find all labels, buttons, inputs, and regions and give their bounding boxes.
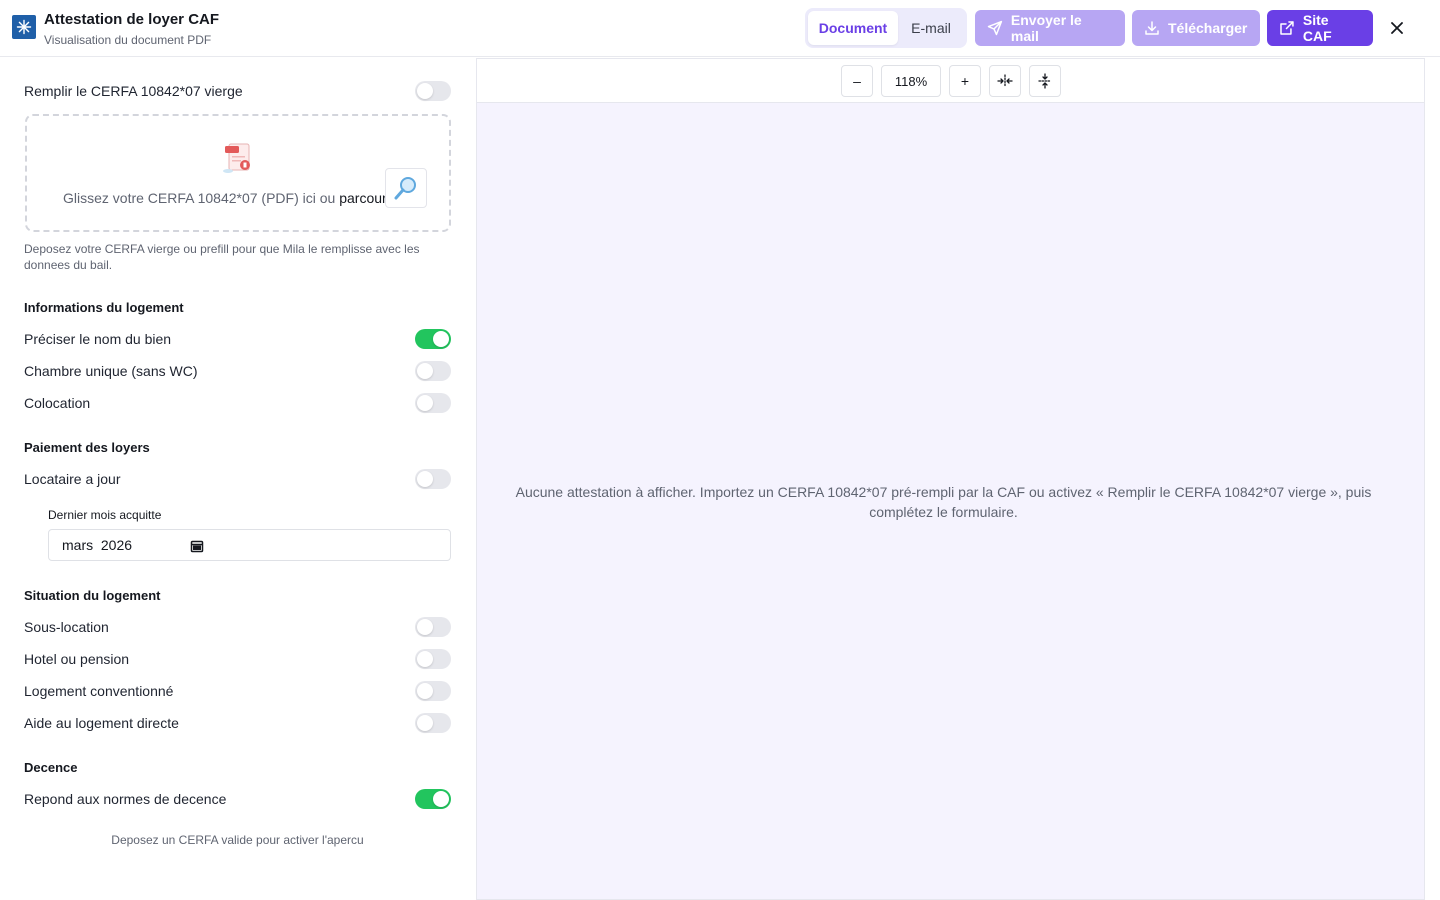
normes-decence-label: Repond aux normes de decence bbox=[24, 791, 227, 807]
pdf-file-icon bbox=[223, 143, 250, 173]
logement-row: Colocation bbox=[24, 391, 451, 415]
logement-conventionne-label: Logement conventionné bbox=[24, 683, 174, 699]
chambre-unique-label: Chambre unique (sans WC) bbox=[24, 363, 198, 379]
normes-decence-toggle[interactable] bbox=[415, 789, 451, 809]
blank-cerfa-row: Remplir le CERFA 10842*07 vierge bbox=[24, 79, 451, 103]
view-switcher: Document E-mail bbox=[805, 8, 967, 48]
colocation-toggle[interactable] bbox=[415, 393, 451, 413]
download-label: Télécharger bbox=[1168, 20, 1248, 36]
nom-bien-label: Préciser le nom du bien bbox=[24, 331, 172, 347]
locataire-a-jour-label: Locataire a jour bbox=[24, 471, 121, 487]
situation-row: Aide au logement directe bbox=[24, 711, 451, 735]
fit-height-button[interactable] bbox=[1029, 65, 1061, 97]
send-email-button[interactable]: Envoyer le mail bbox=[975, 10, 1125, 46]
page-title: Attestation de loyer CAF bbox=[44, 11, 220, 28]
locataire-a-jour-toggle[interactable] bbox=[415, 469, 451, 489]
calendar-icon[interactable] bbox=[190, 539, 204, 553]
last-month-label: Dernier mois acquitte bbox=[48, 508, 162, 522]
logement-row: Chambre unique (sans WC) bbox=[24, 359, 451, 383]
aide-logement-label: Aide au logement directe bbox=[24, 715, 179, 731]
zoom-out-button[interactable]: – bbox=[841, 65, 873, 97]
logement-conventionne-toggle[interactable] bbox=[415, 681, 451, 701]
hotel-pension-toggle[interactable] bbox=[415, 649, 451, 669]
send-email-label: Envoyer le mail bbox=[1010, 12, 1082, 44]
viewer-toolbar: – 118% + bbox=[477, 59, 1424, 103]
section-paiement-title: Paiement des loyers bbox=[24, 440, 150, 455]
last-month-value: mars 2026 bbox=[62, 537, 133, 553]
section-situation-title: Situation du logement bbox=[24, 588, 161, 603]
dropzone-text: Glissez votre CERFA 10842*07 (PDF) ici o… bbox=[63, 190, 394, 206]
form-panel: Remplir le CERFA 10842*07 vierge Glissez… bbox=[0, 57, 475, 900]
caf-logo bbox=[12, 15, 36, 39]
paiement-row: Locataire a jour bbox=[24, 467, 451, 491]
section-decence-title: Decence bbox=[24, 760, 78, 775]
close-icon[interactable] bbox=[1387, 18, 1407, 38]
tab-email[interactable]: E-mail bbox=[898, 11, 964, 45]
decence-row: Repond aux normes de decence bbox=[24, 787, 451, 811]
last-month-input[interactable]: mars 2026 bbox=[48, 529, 451, 561]
download-icon bbox=[1145, 21, 1159, 35]
modal-header: Attestation de loyer CAF Visualisation d… bbox=[0, 0, 1440, 57]
nom-bien-toggle[interactable] bbox=[415, 329, 451, 349]
fit-height-icon bbox=[1038, 73, 1052, 89]
external-link-icon bbox=[1280, 21, 1294, 35]
send-icon bbox=[987, 20, 1003, 36]
download-button[interactable]: Télécharger bbox=[1132, 10, 1260, 46]
page-subtitle: Visualisation du document PDF bbox=[44, 33, 212, 47]
situation-row: Logement conventionné bbox=[24, 679, 451, 703]
caf-site-label: Site CAF bbox=[1302, 12, 1332, 44]
blank-cerfa-label: Remplir le CERFA 10842*07 vierge bbox=[24, 83, 243, 99]
sous-location-toggle[interactable] bbox=[415, 617, 451, 637]
chambre-unique-toggle[interactable] bbox=[415, 361, 451, 381]
tab-document[interactable]: Document bbox=[808, 11, 898, 45]
magnifier-icon bbox=[385, 168, 427, 208]
fit-width-button[interactable] bbox=[989, 65, 1021, 97]
caf-site-button[interactable]: Site CAF bbox=[1267, 10, 1373, 46]
logement-row: Préciser le nom du bien bbox=[24, 327, 451, 351]
colocation-label: Colocation bbox=[24, 395, 91, 411]
dropzone-helper-text: Deposez votre CERFA vierge ou prefill po… bbox=[24, 242, 420, 272]
sous-location-label: Sous-location bbox=[24, 619, 109, 635]
empty-state-message: Aucune attestation à afficher. Importez … bbox=[515, 484, 1372, 520]
aide-logement-toggle[interactable] bbox=[415, 713, 451, 733]
situation-row: Sous-location bbox=[24, 615, 451, 639]
pdf-dropzone[interactable]: Glissez votre CERFA 10842*07 (PDF) ici o… bbox=[25, 114, 451, 232]
fit-width-icon bbox=[997, 74, 1013, 88]
section-logement-title: Informations du logement bbox=[24, 300, 184, 315]
blank-cerfa-toggle[interactable] bbox=[415, 81, 451, 101]
zoom-level: 118% bbox=[881, 65, 941, 97]
dropzone-instruction: Glissez votre CERFA 10842*07 (PDF) ici o… bbox=[63, 190, 340, 206]
hotel-pension-label: Hotel ou pension bbox=[24, 651, 130, 667]
situation-row: Hotel ou pension bbox=[24, 647, 451, 671]
preview-hint: Deposez un CERFA valide pour activer l'a… bbox=[111, 833, 364, 847]
pdf-viewer: – 118% + Aucune attestation à afficher. … bbox=[476, 58, 1425, 900]
zoom-in-button[interactable]: + bbox=[949, 65, 981, 97]
